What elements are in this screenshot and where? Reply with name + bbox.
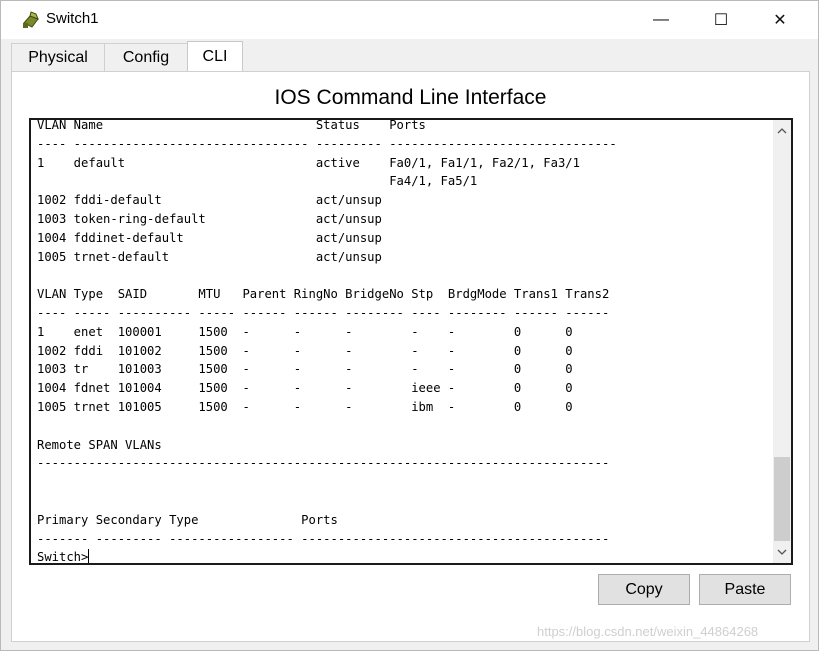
terminal-line: ---- ----- ---------- ----- ------ -----… <box>37 305 610 320</box>
close-button[interactable]: ✕ <box>757 1 803 39</box>
terminal-line: Primary Secondary Type Ports <box>37 512 338 527</box>
watermark-text: https://blog.csdn.net/weixin_44864268 <box>537 624 759 639</box>
terminal-line: 1005 trnet-default act/unsup <box>37 249 382 264</box>
terminal-line: ---- -------------------------------- --… <box>37 136 617 151</box>
window-title: Switch1 <box>46 10 99 27</box>
switch-window: Switch1 — ☐ ✕ Physical Config CLI IOS Co… <box>0 0 819 651</box>
minimize-icon: — <box>653 11 669 28</box>
cli-heading: IOS Command Line Interface <box>274 86 547 109</box>
terminal-line: 1003 tr 101003 1500 - - - - - 0 0 <box>37 362 573 377</box>
scrollbar-thumb[interactable] <box>774 457 790 541</box>
maximize-icon: ☐ <box>713 12 729 29</box>
terminal-scrollbar[interactable] <box>773 120 791 563</box>
terminal-line: VLAN Type SAID MTU Parent RingNo BridgeN… <box>37 287 610 302</box>
terminal-line: ------- --------- ----------------- ----… <box>37 531 610 546</box>
terminal-line: 1004 fdnet 101004 1500 - - - ieee - 0 0 <box>37 381 573 396</box>
terminal-line: 1002 fddi 101002 1500 - - - - - 0 0 <box>37 343 573 358</box>
terminal-line: 1004 fddinet-default act/unsup <box>37 230 382 245</box>
maximize-button[interactable]: ☐ <box>698 1 744 39</box>
terminal-line: Fa4/1, Fa5/1 <box>37 174 478 189</box>
terminal-prompt: Switch> <box>37 550 89 565</box>
cli-terminal[interactable]: VLAN Name Status Ports ---- -------------… <box>29 118 793 565</box>
terminal-output: VLAN Name Status Ports ---- -------------… <box>37 118 617 565</box>
terminal-line: 1003 token-ring-default act/unsup <box>37 211 382 226</box>
terminal-line: VLAN Name Status Ports <box>37 118 426 132</box>
terminal-prompt-line[interactable]: Switch> <box>37 548 617 565</box>
terminal-line: 1005 trnet 101005 1500 - - - ibm - 0 0 <box>37 399 573 414</box>
tab-cli[interactable]: CLI <box>187 41 243 72</box>
terminal-line: 1 enet 100001 1500 - - - - - 0 0 <box>37 324 573 339</box>
text-cursor <box>88 549 90 563</box>
terminal-line: 1002 fddi-default act/unsup <box>37 193 382 208</box>
cli-panel: IOS Command Line Interface VLAN Name Sta… <box>11 71 810 642</box>
tab-config[interactable]: Config <box>104 43 188 71</box>
terminal-line: ----------------------------------------… <box>37 456 610 471</box>
terminal-line: Remote SPAN VLANs <box>37 437 162 452</box>
title-bar[interactable]: Switch1 — ☐ ✕ <box>1 1 818 39</box>
terminal-line: 1 default active Fa0/1, Fa1/1, Fa2/1, Fa… <box>37 155 580 170</box>
close-icon: ✕ <box>773 12 787 29</box>
minimize-button[interactable]: — <box>638 1 684 39</box>
paste-button[interactable]: Paste <box>699 574 791 605</box>
copy-button[interactable]: Copy <box>598 574 690 605</box>
chevron-down-icon[interactable] <box>773 543 791 561</box>
switch-icon <box>21 10 41 30</box>
chevron-up-icon[interactable] <box>773 122 791 140</box>
tab-physical[interactable]: Physical <box>11 43 105 71</box>
